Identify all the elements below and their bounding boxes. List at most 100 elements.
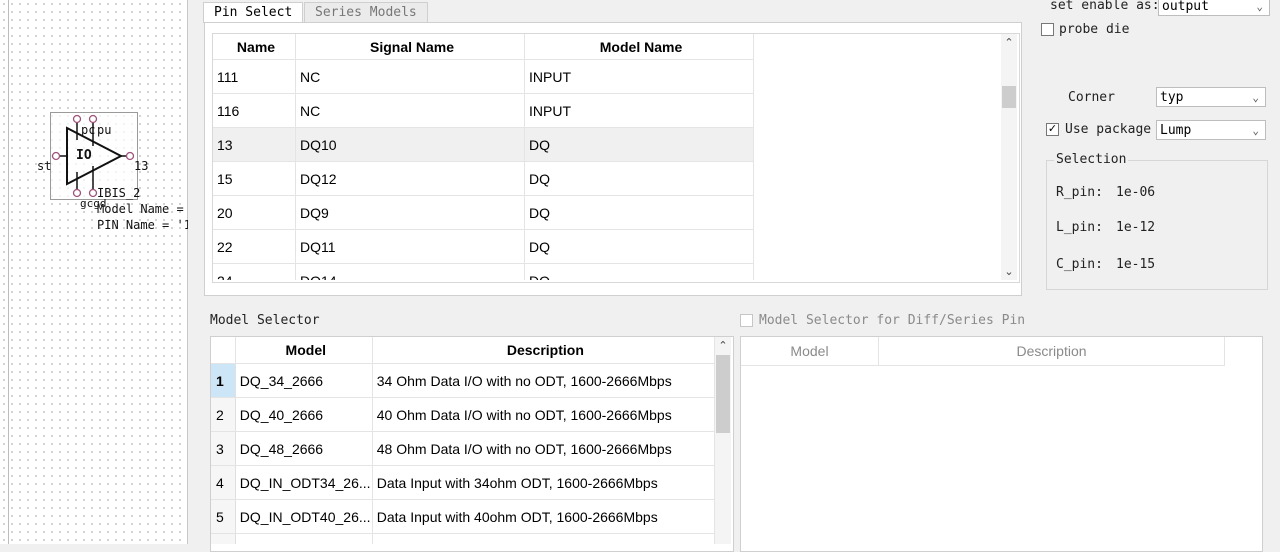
signal-cell: DQ9 xyxy=(295,195,525,230)
pin-name-cell: 111 xyxy=(213,59,296,94)
pin-pc-label: pc xyxy=(81,123,96,137)
diff-col-model: Model xyxy=(741,337,879,366)
table-row[interactable]: 2 DQ_40_2666 40 Ohm Data I/O with no ODT, … xyxy=(211,397,715,432)
scrollbar-thumb[interactable] xyxy=(1002,86,1016,108)
pin-table-scrollbar[interactable]: ⌃ ⌄ xyxy=(1001,34,1017,280)
row-number: 4 xyxy=(211,465,236,500)
scrollbar-thumb[interactable] xyxy=(716,355,730,433)
use-package-checkbox[interactable]: ✓ xyxy=(1046,123,1059,136)
diff-selector-label: Model Selector for Diff/Series Pin xyxy=(759,313,1026,328)
c-pin-label: C_pin: xyxy=(1056,257,1103,272)
table-row[interactable]: 13 DQ10 DQ xyxy=(213,127,754,162)
model-cell: INPUT xyxy=(524,93,754,128)
table-row[interactable]: 1 DQ_34_2666 34 Ohm Data I/O with no ODT, … xyxy=(211,363,715,398)
r-pin-label: R_pin: xyxy=(1056,185,1103,200)
selection-title: Selection xyxy=(1054,152,1129,167)
description-cell: Data Input with 34ohm ODT, 1600-2666Mbps xyxy=(372,465,715,500)
scroll-up-icon[interactable]: ⌃ xyxy=(715,339,731,352)
model-cell: DQ xyxy=(524,195,754,230)
model-table-clip: Model Description 1 DQ_34_2666 34 Ohm Data… xyxy=(211,337,715,544)
model-cell: DQ_40_2666 xyxy=(235,397,373,432)
model-cell: DQ xyxy=(524,229,754,264)
model-table-scrollbar[interactable]: ⌃ xyxy=(715,337,731,544)
model-cell: DQ_IN_ODT40_26... xyxy=(235,499,373,534)
scroll-up-icon[interactable]: ⌃ xyxy=(1001,36,1017,49)
table-row[interactable]: 20 DQ9 DQ xyxy=(213,195,754,230)
row-number: 5 xyxy=(211,499,236,534)
table-row[interactable]: 5 DQ_IN_ODT40_26... Data Input with 40ohm … xyxy=(211,499,715,534)
pin-name-cell: 24 xyxy=(213,263,296,280)
component-name: IBIS_2 xyxy=(97,186,141,200)
pin-table: Name Signal Name Model Name 111 NC INPUT 1… xyxy=(213,34,754,280)
signal-cell: DQ10 xyxy=(295,127,525,162)
corner-select[interactable]: typ ⌄ xyxy=(1156,87,1266,107)
pin-col-signal[interactable]: Signal Name xyxy=(295,34,525,60)
corner-value: typ xyxy=(1160,90,1184,105)
table-row[interactable]: 116 NC INPUT xyxy=(213,93,754,128)
table-row[interactable]: 24DQ14DQ xyxy=(213,263,754,280)
model-cell: DQ_48_2666 xyxy=(235,431,373,466)
tab-series-models[interactable]: Series Models xyxy=(304,2,428,23)
pin-name-cell: 22 xyxy=(213,229,296,264)
set-enable-label: set enable as: xyxy=(1050,0,1160,13)
pin-table-clip: Name Signal Name Model Name 111 NC INPUT 1… xyxy=(213,34,1001,280)
use-package-value: Lump xyxy=(1160,123,1192,138)
use-package-select[interactable]: Lump ⌄ xyxy=(1156,120,1266,140)
pin-13-label: 13 xyxy=(134,159,149,173)
component-pin-name: PIN Name = '1 xyxy=(97,218,191,232)
row-number: 3 xyxy=(211,431,236,466)
signal-cell: DQ11 xyxy=(295,229,525,264)
diff-col-description: Description xyxy=(878,337,1225,366)
table-row[interactable]: 111 NC INPUT xyxy=(213,59,754,94)
r-pin-value: 1e-06 xyxy=(1116,185,1156,200)
io-buffer-symbol xyxy=(51,114,135,198)
probe-die-label: probe die xyxy=(1059,22,1130,37)
model-cell: DQ_IN_ODT48_26... xyxy=(235,533,373,544)
model-selector-label: Model Selector xyxy=(210,313,320,328)
signal-cell: DQ12 xyxy=(295,161,525,196)
description-cell: Data Input with 40ohm ODT, 1600-2666Mbps xyxy=(372,499,715,534)
pin-pu-label: pu xyxy=(97,123,112,137)
tab-pin-select[interactable]: Pin Select xyxy=(203,2,304,23)
row-number: 1 xyxy=(211,363,236,398)
model-cell: DQ xyxy=(524,263,754,280)
use-package-label: Use package xyxy=(1065,122,1152,137)
table-row[interactable]: 4 DQ_IN_ODT34_26... Data Input with 34ohm … xyxy=(211,465,715,500)
model-cell: INPUT xyxy=(524,59,754,94)
description-cell: 34 Ohm Data I/O with no ODT, 1600-2666Mb… xyxy=(372,363,715,398)
pin-st-label: st xyxy=(37,159,52,173)
model-col-description[interactable]: Description xyxy=(372,337,715,364)
table-row[interactable]: 22 DQ11 DQ xyxy=(213,229,754,264)
table-row[interactable]: 3 DQ_48_2666 48 Ohm Data I/O with no ODT, … xyxy=(211,431,715,466)
corner-label: Corner xyxy=(1068,90,1115,105)
description-cell: Data Input with 48ohm ODT, 1600-2666Mbps xyxy=(372,533,715,544)
diff-selector-checkbox[interactable] xyxy=(740,314,753,327)
row-number: 6 xyxy=(211,533,236,544)
set-enable-value: output xyxy=(1162,0,1209,14)
diff-table: Model Description xyxy=(741,337,1225,366)
signal-cell: DQ14 xyxy=(295,263,525,280)
pin-name-cell: 20 xyxy=(213,195,296,230)
chevron-down-icon: ⌄ xyxy=(1252,124,1259,137)
pin-col-name[interactable]: Name xyxy=(213,34,296,60)
pin-name-cell: 15 xyxy=(213,161,296,196)
table-row[interactable]: 6DQ_IN_ODT48_26...Data Input with 48ohm … xyxy=(211,533,715,544)
model-col-model[interactable]: Model xyxy=(235,337,373,364)
diff-table-frame xyxy=(740,336,1263,552)
description-cell: 40 Ohm Data I/O with no ODT, 1600-2666Mb… xyxy=(372,397,715,432)
scroll-down-icon[interactable]: ⌄ xyxy=(1001,265,1017,278)
chevron-down-icon: ⌄ xyxy=(1256,0,1263,13)
l-pin-label: L_pin: xyxy=(1056,220,1103,235)
row-number-header xyxy=(211,337,236,364)
set-enable-select[interactable]: output ⌄ xyxy=(1158,0,1270,16)
pin-name-cell: 13 xyxy=(213,127,296,162)
schematic-canvas[interactable]: IO pc pu st 13 gcgd IBIS_2 Model Name = … xyxy=(0,0,191,544)
signal-cell: NC xyxy=(295,93,525,128)
pin-name-cell: 116 xyxy=(213,93,296,128)
model-table: Model Description 1 DQ_34_2666 34 Ohm Data… xyxy=(211,337,715,544)
buffer-io-label: IO xyxy=(76,148,92,163)
pin-col-model[interactable]: Model Name xyxy=(524,34,754,60)
probe-die-checkbox[interactable] xyxy=(1041,23,1054,36)
description-cell: 48 Ohm Data I/O with no ODT, 1600-2666Mb… xyxy=(372,431,715,466)
table-row[interactable]: 15 DQ12 DQ xyxy=(213,161,754,196)
